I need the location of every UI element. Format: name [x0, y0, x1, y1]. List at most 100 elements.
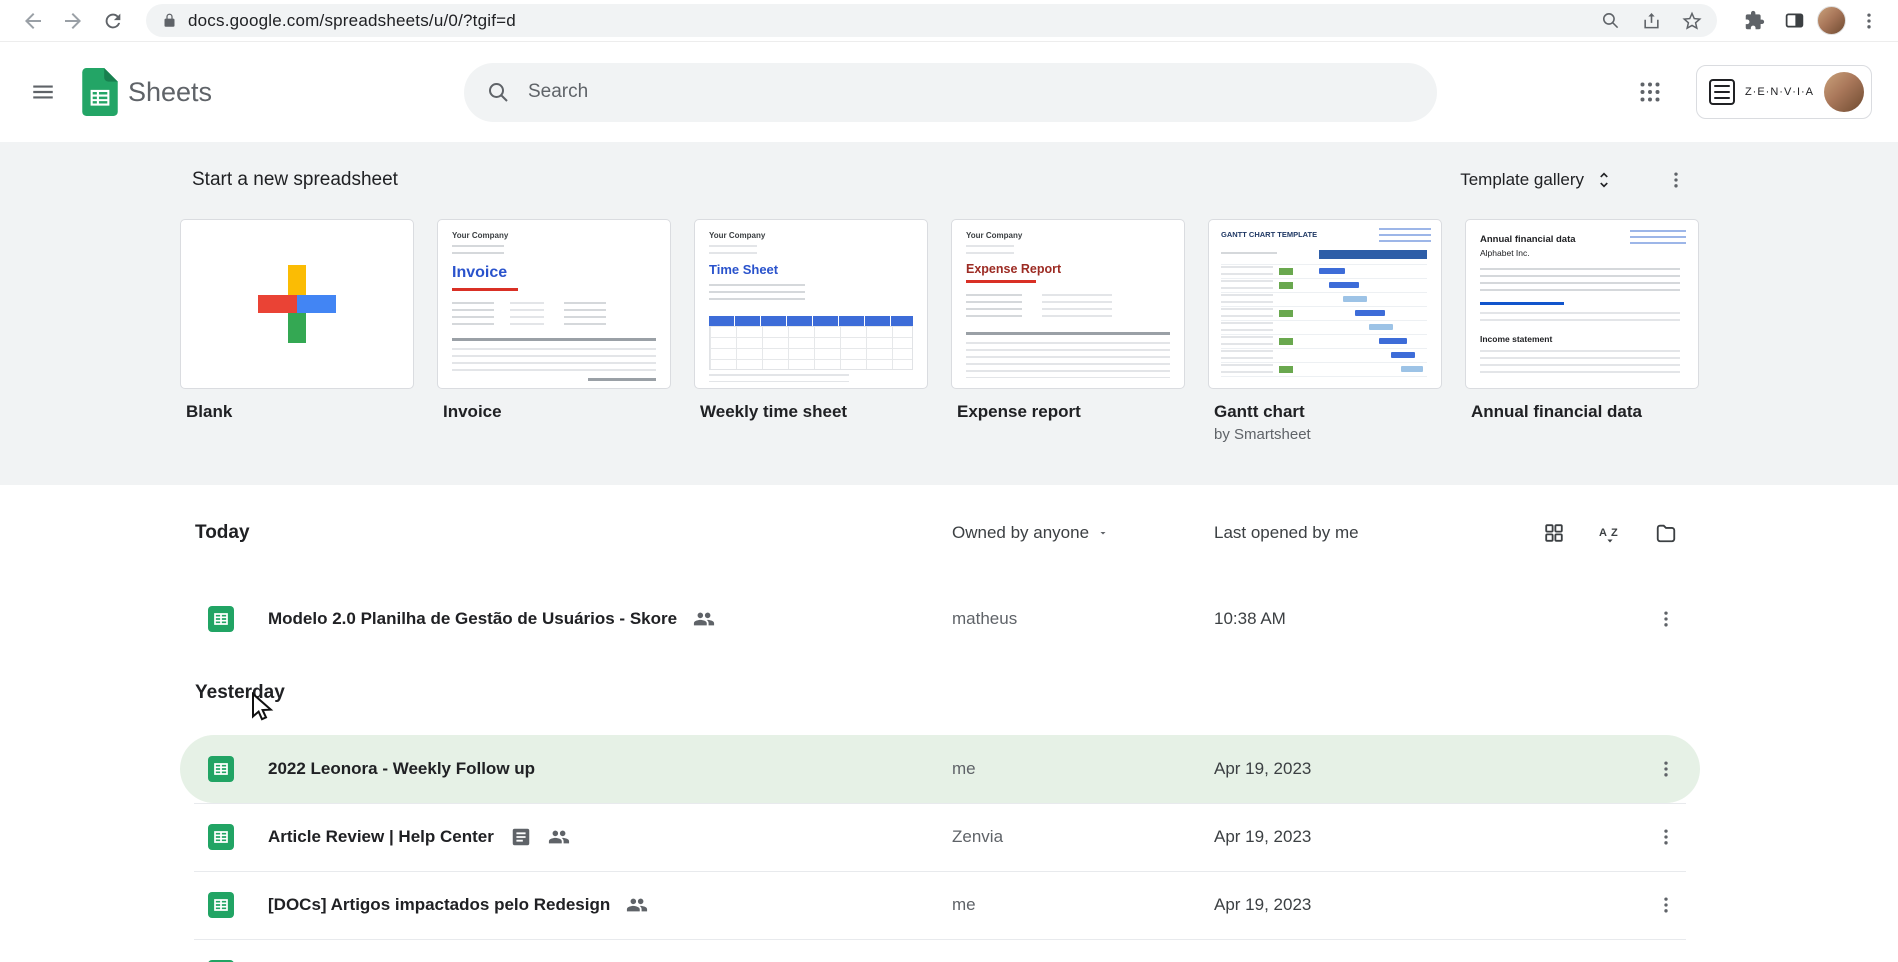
thumb-title: Time Sheet	[709, 262, 779, 277]
template-card-annual-financial-data[interactable]: Annual financial data Alphabet Inc. Inco…	[1465, 219, 1699, 443]
side-panel-icon[interactable]	[1777, 4, 1811, 38]
thumb-line	[966, 342, 1170, 378]
file-last-opened: Apr 19, 2023	[1214, 759, 1312, 778]
thumb-line	[510, 302, 544, 328]
last-opened-column-header[interactable]: Last opened by me	[1214, 523, 1359, 543]
annual-financial-thumbnail: Annual financial data Alphabet Inc. Inco…	[1465, 219, 1699, 389]
unfold-more-icon	[1594, 170, 1614, 190]
grid-view-icon[interactable]	[1534, 513, 1574, 553]
sheets-file-icon	[208, 606, 234, 632]
row-menu-icon[interactable]	[1644, 815, 1688, 859]
thumb-gantt-rows	[1221, 264, 1427, 380]
thumb-line	[709, 245, 757, 257]
thumb-line	[966, 332, 1170, 335]
template-card-expense-report[interactable]: Your Company Expense Report Expense repo…	[951, 219, 1185, 443]
svg-text:Z: Z	[1611, 527, 1618, 539]
invoice-thumbnail: Your Company Invoice	[437, 219, 671, 389]
search-input[interactable]	[528, 81, 1421, 103]
file-last-opened: Apr 19, 2023	[1214, 827, 1312, 846]
search-bar[interactable]	[464, 62, 1437, 122]
main-menu-icon[interactable]	[14, 63, 72, 121]
account-avatar[interactable]	[1824, 72, 1864, 112]
template-cards: Blank Your Company Invoice Invoice Your …	[180, 219, 1898, 443]
thumb-line	[966, 245, 1014, 257]
share-icon[interactable]	[1636, 6, 1666, 36]
chevron-down-icon	[1097, 527, 1109, 539]
thumb-line	[452, 348, 656, 372]
file-last-opened: 10:38 AM	[1214, 609, 1286, 628]
thumb-line	[452, 302, 494, 328]
thumb-title: Expense Report	[966, 262, 1062, 276]
template-gallery-button[interactable]: Template gallery	[1450, 162, 1624, 198]
file-rows-today: Modelo 2.0 Planilha de Gestão de Usuário…	[180, 585, 1700, 653]
thumb-line	[452, 338, 656, 341]
thumb-line	[1630, 230, 1686, 246]
file-owner: Zenvia	[952, 827, 1004, 846]
row-menu-icon[interactable]	[1644, 597, 1688, 641]
forward-icon[interactable]	[56, 4, 90, 38]
app-header-right: Z·E·N·V·I·A	[1626, 65, 1872, 119]
file-owner: matheus	[952, 609, 1018, 628]
template-card-gantt-chart[interactable]: GANTT CHART TEMPLATE Gantt chart by Smar…	[1208, 219, 1442, 443]
thumb-line	[588, 378, 656, 381]
thumb-company: Your Company	[966, 231, 1023, 240]
template-card-weekly-time-sheet[interactable]: Your Company Time Sheet Weekly time shee…	[694, 219, 928, 443]
svg-text:A: A	[1599, 527, 1607, 539]
file-rows-yesterday: 2022 Leonora - Weekly Follow up me Apr 1…	[180, 735, 1700, 962]
row-menu-icon[interactable]	[1644, 951, 1688, 962]
shared-people-icon	[548, 826, 570, 848]
folder-icon[interactable]	[1646, 513, 1686, 553]
thumb-company: Your Company	[709, 231, 766, 240]
thumb-line	[1042, 294, 1112, 322]
file-row[interactable]: Modelo 2.0 Planilha de Gestão de Usuário…	[180, 585, 1700, 653]
file-row[interactable]: Article Review | Help Center Zenvia Apr …	[180, 803, 1700, 871]
owner-filter-dropdown[interactable]: Owned by anyone	[952, 523, 1109, 543]
thumb-line	[564, 302, 606, 328]
row-menu-icon[interactable]	[1644, 747, 1688, 791]
group-heading-yesterday: Yesterday	[195, 682, 285, 703]
template-card-blank[interactable]: Blank	[180, 219, 414, 443]
file-name: Article Review | Help Center	[268, 827, 494, 846]
file-owner: me	[952, 895, 976, 914]
extensions-icon[interactable]	[1737, 4, 1771, 38]
thumb-line	[1221, 252, 1277, 259]
google-apps-icon[interactable]	[1626, 68, 1674, 116]
article-icon	[510, 826, 532, 848]
thumb-table-header	[1319, 250, 1427, 259]
lock-icon	[162, 13, 177, 28]
thumb-line	[966, 294, 1022, 322]
template-card-sublabel: by Smartsheet	[1214, 426, 1311, 443]
thumb-title: Annual financial data	[1480, 234, 1576, 245]
group-heading-today: Today	[195, 522, 250, 543]
sheets-file-icon	[208, 892, 234, 918]
file-row[interactable]: [DOCs] Artigos impactados pelo Redesign …	[180, 871, 1700, 939]
file-row-partial[interactable]: [Attention] Artigos impactados pelo Rede…	[180, 939, 1700, 962]
sort-az-icon[interactable]: A Z	[1590, 513, 1630, 553]
thumb-subtitle: Alphabet Inc.	[1480, 248, 1530, 258]
account-box[interactable]: Z·E·N·V·I·A	[1695, 65, 1872, 119]
owner-filter-label: Owned by anyone	[952, 523, 1090, 542]
template-card-label: Invoice	[443, 402, 502, 421]
template-card-invoice[interactable]: Your Company Invoice Invoice	[437, 219, 671, 443]
row-menu-icon[interactable]	[1644, 883, 1688, 927]
thumb-table	[709, 316, 913, 370]
thumb-line	[709, 284, 805, 304]
thumb-line	[1480, 312, 1680, 326]
reload-icon[interactable]	[96, 4, 130, 38]
browser-menu-icon[interactable]	[1852, 4, 1886, 38]
template-menu-icon[interactable]	[1654, 158, 1698, 202]
thumb-line	[452, 245, 504, 259]
zoom-icon[interactable]	[1595, 6, 1625, 36]
list-controls: Today Owned by anyone Last opened by me …	[180, 505, 1700, 561]
template-section-title: Start a new spreadsheet	[192, 169, 398, 190]
app-title: Sheets	[128, 76, 213, 107]
template-card-label: Annual financial data	[1471, 402, 1642, 421]
file-row-highlighted[interactable]: 2022 Leonora - Weekly Follow up me Apr 1…	[180, 735, 1700, 803]
bookmark-star-icon[interactable]	[1677, 6, 1707, 36]
browser-profile-avatar[interactable]	[1817, 6, 1846, 35]
address-bar[interactable]: docs.google.com/spreadsheets/u/0/?tgif=d	[146, 4, 1717, 37]
template-card-label: Weekly time sheet	[700, 402, 848, 421]
file-owner: me	[952, 759, 976, 778]
sheets-logo-icon[interactable]	[82, 68, 118, 116]
back-icon[interactable]	[16, 4, 50, 38]
